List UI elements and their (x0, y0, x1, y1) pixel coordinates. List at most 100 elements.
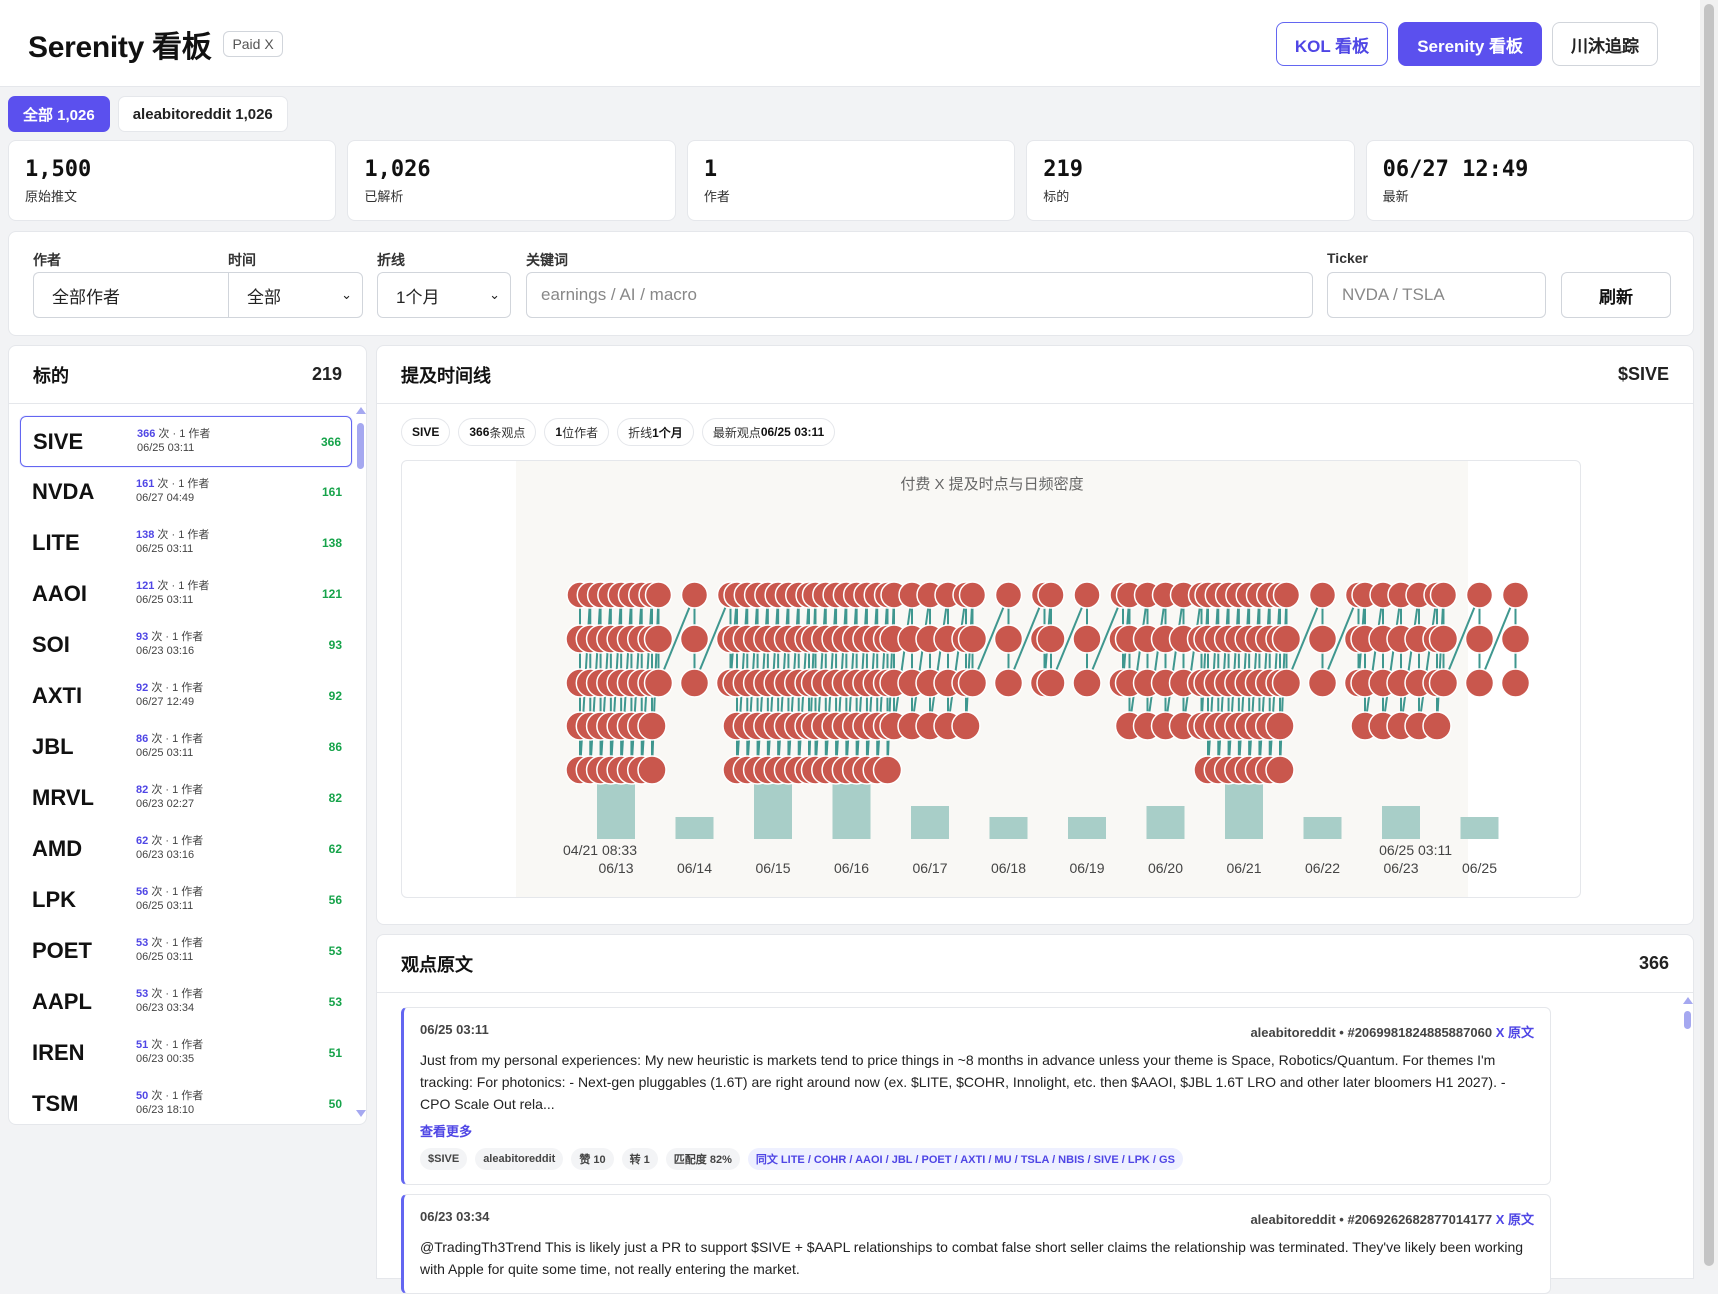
ticker-item-mrvl[interactable]: MRVL 82 次 · 1 作者 06/23 02:27 82 (20, 773, 352, 824)
mention-dot (1464, 668, 1495, 698)
posts-panel-header: 观点原文 366 (377, 935, 1693, 993)
ticker-item-nvda[interactable]: NVDA 161 次 · 1 作者 06/27 04:49 161 (20, 467, 352, 518)
ticker-symbol: POET (32, 938, 92, 963)
time-filter-select[interactable]: 全部 ⌄ (228, 272, 363, 318)
ticker-symbol: LITE (32, 530, 80, 555)
mention-dot (1307, 624, 1338, 654)
ticker-item-lpk[interactable]: LPK 56 次 · 1 作者 06/25 03:11 56 (20, 875, 352, 926)
serenity-board-button[interactable]: Serenity 看板 (1398, 22, 1542, 66)
ticker-item-axti[interactable]: AXTI 92 次 · 1 作者 06/27 12:49 92 (20, 671, 352, 722)
timeline-panel-title: 提及时间线 (401, 365, 491, 386)
posts-scrollbar-thumb[interactable] (1684, 1011, 1691, 1029)
ticker-mention-count: 56 (136, 886, 149, 898)
chuanmu-tracking-button[interactable]: 川沐追踪 (1552, 22, 1658, 66)
ticker-list-scrollbar-thumb[interactable] (357, 423, 364, 469)
ticker-item-aapl[interactable]: AAPL 53 次 · 1 作者 06/23 03:34 53 (20, 977, 352, 1028)
keyword-input[interactable]: earnings / AI / macro (526, 272, 1313, 318)
ticker-item-iren[interactable]: IREN 51 次 · 1 作者 06/23 00:35 51 (20, 1028, 352, 1079)
mention-dot (1037, 581, 1065, 609)
density-bar (989, 817, 1028, 839)
page-scrollbar[interactable] (1700, 0, 1718, 1270)
ticker-symbol: SOI (32, 632, 70, 657)
chevron-down-icon: ⌄ (489, 287, 500, 302)
page-scrollbar-thumb[interactable] (1704, 4, 1714, 1266)
scroll-down-icon[interactable] (356, 1110, 366, 1117)
mention-dot (1422, 711, 1452, 741)
timeline-pill: 折线 1个月 (617, 418, 694, 446)
ticker-meta-text: 次 · 1 作者 (151, 682, 204, 694)
density-bar (911, 806, 949, 839)
ticker-mention-count: 121 (136, 580, 155, 592)
ticker-list: SIVE 366 次 · 1 作者 06/25 03:11 366 NVDA 161 次 … (20, 416, 352, 1130)
x-tick-label: 06/25 (1462, 860, 1497, 876)
show-more-link[interactable]: 查看更多 (420, 1121, 1534, 1140)
mention-dot (1265, 711, 1295, 741)
mention-dot (1428, 624, 1459, 654)
kol-board-button[interactable]: KOL 看板 (1275, 22, 1389, 66)
post-body: Just from my personal experiences: My ne… (420, 1052, 1506, 1112)
post-source-link[interactable]: X 原文 (1496, 1212, 1534, 1227)
post-source-link[interactable]: X 原文 (1496, 1025, 1534, 1040)
ticker-count: 93 (328, 638, 342, 652)
mention-dot (1500, 668, 1531, 698)
scroll-up-icon[interactable] (1683, 997, 1693, 1004)
stat-label: 标的 (1043, 189, 1070, 204)
author-chip-aleabitoreddit[interactable]: aleabitoreddit 1,026 (117, 96, 288, 132)
ticker-item-amd[interactable]: AMD 62 次 · 1 作者 06/23 03:16 62 (20, 824, 352, 875)
keyword-filter-label: 关键词 (526, 252, 568, 268)
x-tick-label: 06/13 (598, 860, 633, 876)
timeline-panel-header: 提及时间线 $SIVE (377, 346, 1693, 404)
ticker-meta-text: 次 · 1 作者 (157, 580, 210, 592)
stat-tickers: 219 标的 (1026, 140, 1355, 221)
x-tick-label: 06/22 (1305, 860, 1340, 876)
ticker-list-scrollbar[interactable] (355, 407, 366, 1117)
ticker-item-lite[interactable]: LITE 138 次 · 1 作者 06/25 03:11 138 (20, 518, 352, 569)
ticker-item-poet[interactable]: POET 53 次 · 1 作者 06/25 03:11 53 (20, 926, 352, 977)
mention-dot (1308, 581, 1337, 609)
post-tag: $SIVE (420, 1148, 468, 1170)
line-filter-select[interactable]: 1个月 ⌄ (377, 272, 511, 318)
ticker-meta-text: 次 · 1 作者 (151, 1090, 204, 1102)
ticker-meta-text: 次 · 1 作者 (151, 835, 204, 847)
x-tick-label: 06/21 (1226, 860, 1261, 876)
ticker-meta-text: 次 · 1 作者 (157, 478, 210, 490)
ticker-time: 06/27 12:49 (136, 696, 195, 708)
ticker-item-soi[interactable]: SOI 93 次 · 1 作者 06/23 03:16 93 (20, 620, 352, 671)
ticker-item-aaoi[interactable]: AAOI 121 次 · 1 作者 06/25 03:11 121 (20, 569, 352, 620)
pill-value: 1个月 (652, 425, 683, 440)
posts-scrollbar[interactable] (1682, 997, 1693, 1277)
ticker-mention-count: 366 (137, 428, 156, 440)
ticker-time: 06/25 03:11 (136, 594, 194, 606)
ticker-input[interactable]: NVDA / TSLA (1327, 272, 1546, 318)
mention-dot (1265, 755, 1295, 785)
ticker-item-jbl[interactable]: JBL 86 次 · 1 作者 06/25 03:11 86 (20, 722, 352, 773)
mention-dot (644, 581, 673, 609)
ticker-meta: 50 次 · 1 作者 06/23 18:10 (136, 1089, 203, 1117)
timeline-pill: 366 条观点 (458, 418, 537, 446)
filter-bar: 作者 全部作者 时间 全部 ⌄ 折线 1个月 ⌄ 关键词 earnings / AI… (8, 231, 1694, 336)
post-time: 06/23 03:34 (420, 1209, 490, 1224)
ticker-count: 161 (321, 485, 342, 499)
mention-dot (1072, 668, 1102, 698)
author-chip-all[interactable]: 全部 1,026 (8, 96, 110, 132)
ticker-item-sive[interactable]: SIVE 366 次 · 1 作者 06/25 03:11 366 (20, 416, 352, 467)
x-tick-label: 06/16 (834, 860, 869, 876)
post-tag: aleabitoreddit (475, 1148, 564, 1170)
timeline-pills: SIVE 366 条观点 1 位作者 折线 1个月 最新观点 06/25 03:11 (401, 418, 836, 446)
scroll-up-icon[interactable] (356, 407, 366, 414)
stat-value: 1,500 (25, 157, 92, 182)
ticker-time: 06/25 03:11 (136, 543, 194, 555)
mention-dot (679, 668, 710, 698)
ticker-item-tsm[interactable]: TSM 50 次 · 1 作者 06/23 18:10 50 (20, 1079, 352, 1130)
pill-suffix: 位作者 (562, 425, 599, 440)
ticker-mention-count: 93 (136, 631, 149, 643)
stat-value: 1,026 (364, 157, 431, 182)
ticker-meta: 62 次 · 1 作者 06/23 03:16 (136, 834, 203, 862)
ticker-meta: 366 次 · 1 作者 06/25 03:11 (137, 427, 210, 455)
ticker-meta-text: 次 · 1 作者 (151, 784, 204, 796)
refresh-button[interactable]: 刷新 (1561, 272, 1671, 318)
post-tag: 赞 10 (571, 1148, 614, 1170)
ticker-meta-text: 次 · 1 作者 (151, 886, 204, 898)
ticker-count: 121 (321, 587, 342, 601)
author-filter-input[interactable]: 全部作者 (33, 272, 228, 318)
